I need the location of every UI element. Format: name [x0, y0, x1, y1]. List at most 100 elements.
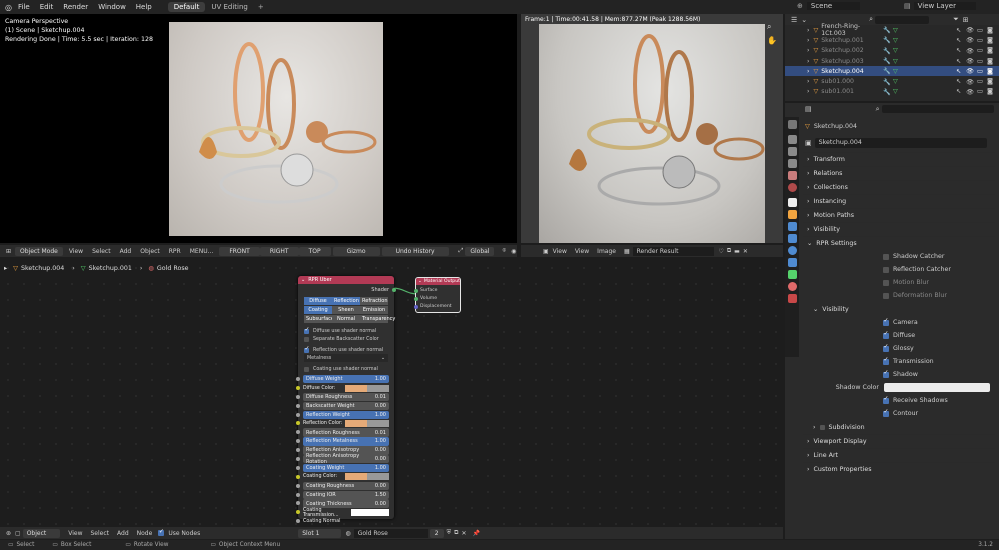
- color-param[interactable]: Diffuse Color:: [303, 384, 389, 392]
- property-checkbox-row[interactable]: Glossy: [883, 342, 995, 355]
- tab-subsurface[interactable]: Subsurface: [304, 315, 334, 323]
- section-visibility[interactable]: › Visibility: [803, 222, 995, 236]
- world-tab-icon[interactable]: [787, 183, 797, 192]
- tab-normal[interactable]: Normal: [332, 315, 360, 323]
- image-browse-icon[interactable]: ▦: [624, 248, 630, 255]
- param-input-socket[interactable]: [296, 519, 300, 524]
- node-header[interactable]: ⌄ Material Output: [416, 278, 460, 285]
- select-toggle-icon[interactable]: ↖: [956, 78, 961, 85]
- scene-selector[interactable]: ⊕ Scene: [797, 2, 861, 10]
- visibility-eye-icon[interactable]: 👁: [966, 67, 974, 75]
- color-param[interactable]: Coating Transmission...: [303, 508, 389, 518]
- tab-coating[interactable]: Coating: [304, 306, 332, 314]
- param-input-socket[interactable]: [296, 430, 300, 435]
- slot-dropdown[interactable]: Slot 1: [298, 528, 342, 538]
- visibility-eye-icon[interactable]: 👁: [966, 26, 974, 34]
- value-slider[interactable]: Reflection Metalness 1.00: [303, 437, 389, 446]
- outliner-item-name[interactable]: sub01.001: [821, 88, 883, 95]
- outliner-row[interactable]: › ▽ Sketchup.004 🔧 ▽ ↖ 👁 ▭ ◙: [785, 66, 999, 77]
- image-menu[interactable]: Image: [597, 248, 616, 255]
- metalness-dropdown[interactable]: Metalness ⌄: [304, 354, 388, 362]
- value-slider[interactable]: Backscatter Weight 0.00: [303, 401, 389, 411]
- render-toggle-icon[interactable]: ◙: [987, 37, 993, 44]
- use-nodes-checkbox[interactable]: [158, 528, 165, 536]
- outliner-row[interactable]: › ▽ Sketchup.002 🔧 ▽ ↖ 👁 ▭ ◙: [785, 46, 999, 56]
- breadcrumb-material[interactable]: Gold Rose: [157, 265, 189, 272]
- property-checkbox-row[interactable]: Diffuse: [883, 329, 995, 342]
- section-rpr-settings[interactable]: ⌄ RPR Settings: [803, 236, 995, 250]
- volume-socket[interactable]: [414, 297, 418, 301]
- snap-icon[interactable]: ⌾: [502, 247, 506, 255]
- param-input-socket[interactable]: [296, 377, 300, 381]
- section-custom-properties[interactable]: › Custom Properties: [803, 462, 995, 476]
- displacement-socket[interactable]: [414, 305, 418, 309]
- viewport-toggle-icon[interactable]: ▭: [977, 47, 983, 54]
- object-tab-icon[interactable]: [787, 210, 797, 219]
- material-users-count[interactable]: 2: [429, 528, 444, 538]
- rpr-uber-node[interactable]: ⌄ RPR Uber Shader Diffuse Reflection Ref…: [296, 276, 396, 524]
- param-input-socket[interactable]: [296, 412, 300, 417]
- separate-backscatter-option[interactable]: Separate Backscatter Color: [304, 335, 388, 343]
- collection-tab-icon[interactable]: [787, 198, 797, 207]
- param-input-socket[interactable]: [296, 421, 300, 426]
- param-input-socket[interactable]: [296, 385, 300, 390]
- outliner-item-name[interactable]: Sketchup.003: [821, 58, 883, 65]
- viewport-toggle-icon[interactable]: ▭: [977, 27, 983, 34]
- subdivision-checkbox[interactable]: [819, 424, 825, 430]
- add-workspace-button[interactable]: +: [258, 3, 264, 11]
- section-instancing[interactable]: › Instancing: [803, 194, 995, 208]
- viewport-toggle-icon[interactable]: ▭: [977, 37, 983, 44]
- property-checkbox-row[interactable]: Receive Shadows: [883, 394, 995, 407]
- shader-output-socket[interactable]: [392, 288, 396, 292]
- viewport-toggle-icon[interactable]: ▭: [977, 68, 983, 75]
- modifier-tab-icon[interactable]: [787, 222, 797, 231]
- front-view-button[interactable]: FRONT: [219, 246, 260, 256]
- outliner-type-icon[interactable]: ☰: [791, 16, 797, 24]
- select-menu[interactable]: Select: [92, 248, 111, 255]
- subsection-subdivision[interactable]: › Subdivision: [809, 420, 995, 434]
- param-input-socket[interactable]: [296, 394, 300, 399]
- outliner-row[interactable]: › ▽ Sketchup.001 🔧 ▽ ↖ 👁 ▭ ◙: [785, 35, 999, 45]
- outliner-item-name[interactable]: Sketchup.002: [821, 47, 883, 54]
- section-viewport-display[interactable]: › Viewport Display: [803, 434, 995, 448]
- tab-transparency[interactable]: Transparency: [360, 315, 395, 323]
- image-view-menu[interactable]: View: [575, 248, 589, 255]
- color-param[interactable]: Reflection Color:: [303, 419, 389, 428]
- fake-user-icon[interactable]: ⛨: [447, 529, 452, 537]
- section-motion-paths[interactable]: › Motion Paths: [803, 208, 995, 222]
- render-toggle-icon[interactable]: ◙: [987, 27, 993, 34]
- coating-shader-normal-option[interactable]: Coating use shader normal: [304, 365, 388, 373]
- expand-arrow-icon[interactable]: ›: [807, 47, 809, 54]
- viewport-toggle-icon[interactable]: ▭: [977, 88, 983, 95]
- select-toggle-icon[interactable]: ↖: [956, 58, 961, 65]
- checkbox[interactable]: [883, 253, 889, 260]
- outliner-row[interactable]: › ▽ sub01.001 🔧 ▽ ↖ 👁 ▭ ◙: [785, 87, 999, 97]
- checkbox[interactable]: [883, 279, 889, 286]
- color-swatch[interactable]: [351, 509, 389, 517]
- material-tab-icon[interactable]: [787, 282, 797, 291]
- material-output-node[interactable]: ⌄ Material Output Surface Volume Displac…: [414, 277, 461, 313]
- expand-arrow-icon[interactable]: ›: [807, 88, 809, 95]
- view-layer-tab-icon[interactable]: [787, 159, 797, 168]
- physics-tab-icon[interactable]: [787, 246, 797, 255]
- param-input-socket[interactable]: [296, 457, 300, 462]
- expand-arrow-icon[interactable]: ›: [807, 27, 809, 34]
- object-menu[interactable]: Object: [140, 248, 160, 255]
- checkbox[interactable]: [883, 317, 889, 326]
- undo-history-button[interactable]: Undo History: [381, 246, 449, 256]
- pan-hand-icon[interactable]: ✋: [767, 36, 777, 45]
- right-view-button[interactable]: RIGHT: [259, 246, 299, 256]
- node-view-menu[interactable]: View: [68, 530, 82, 537]
- outliner-item-name[interactable]: Sketchup.001: [821, 37, 883, 44]
- checkbox[interactable]: [304, 336, 309, 342]
- add-menu[interactable]: Add: [120, 248, 132, 255]
- texture-tab-icon[interactable]: [787, 294, 797, 303]
- node-node-menu[interactable]: Node: [137, 530, 153, 537]
- properties-search-input[interactable]: [881, 105, 994, 113]
- open-image-icon[interactable]: ▬: [734, 248, 740, 255]
- tab-reflection[interactable]: Reflection: [332, 297, 360, 305]
- collapse-icon[interactable]: ⌄: [418, 279, 422, 284]
- property-checkbox-row[interactable]: Reflection Catcher: [883, 263, 995, 276]
- param-input-socket[interactable]: [296, 439, 300, 444]
- subsection-visibility[interactable]: ⌄ Visibility: [809, 302, 995, 316]
